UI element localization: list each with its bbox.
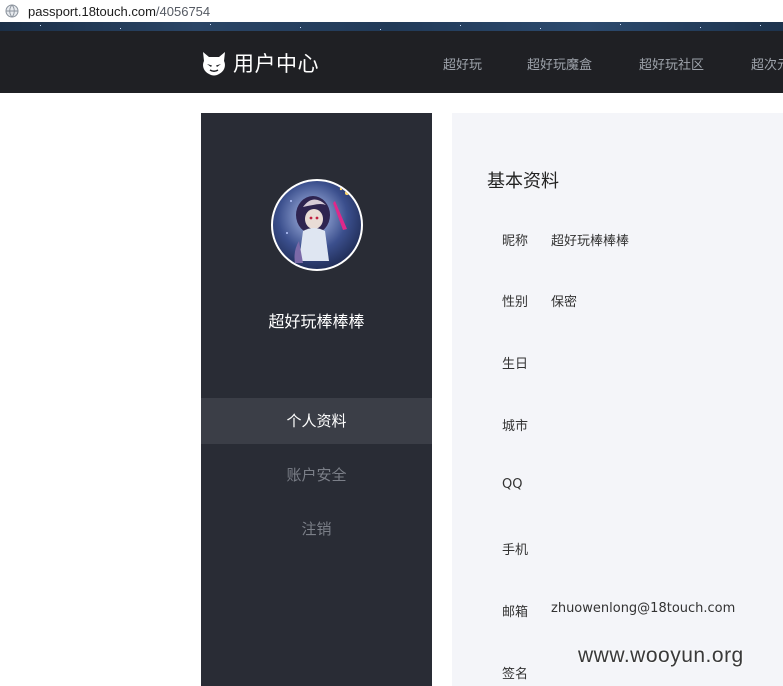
field-label: 城市 — [502, 419, 529, 434]
avatar-image — [286, 187, 349, 263]
top-nav: 用户中心 超好玩 超好玩魔盒 超好玩社区 超次元 — [0, 31, 783, 93]
profile-panel: 基本资料 昵称 超好玩棒棒棒 性别 保密 生日 城市 QQ 手机 邮箱 zhuo… — [452, 113, 783, 686]
field-label: 生日 — [502, 357, 529, 372]
nav-link-mohe[interactable]: 超好玩魔盒 — [527, 54, 592, 73]
field-phone: 手机 — [452, 539, 783, 559]
globe-icon — [5, 4, 19, 18]
field-label: QQ — [502, 477, 523, 492]
field-label: 昵称 — [502, 234, 529, 249]
page-title: 基本资料 — [487, 171, 559, 192]
sidebar-item-profile[interactable]: 个人资料 — [201, 398, 432, 444]
sidebar-item-security[interactable]: 账户安全 — [201, 452, 432, 498]
field-email: 邮箱 zhuowenlong@18touch.com — [452, 601, 783, 621]
field-city: 城市 — [452, 415, 783, 435]
field-gender: 性别 保密 — [452, 291, 783, 311]
field-nickname: 昵称 超好玩棒棒棒 — [452, 230, 783, 250]
nav-link-chaohaowan[interactable]: 超好玩 — [443, 54, 482, 73]
username: 超好玩棒棒棒 — [268, 312, 365, 331]
field-birthday: 生日 — [452, 353, 783, 373]
field-label: 邮箱 — [502, 605, 529, 620]
field-label: 性别 — [502, 295, 529, 310]
field-qq: QQ — [452, 477, 783, 497]
sidebar: 超好玩棒棒棒 个人资料 账户安全 注销 — [201, 113, 432, 686]
watermark: www.wooyun.org — [578, 644, 744, 667]
nav-links: 超好玩 超好玩魔盒 超好玩社区 超次元 — [0, 54, 783, 74]
field-value: 保密 — [551, 295, 578, 310]
field-value: 超好玩棒棒棒 — [551, 234, 630, 249]
sidebar-item-logout[interactable]: 注销 — [201, 506, 432, 552]
url-path: /4056754 — [155, 3, 211, 19]
avatar[interactable] — [271, 179, 363, 271]
header-starfield — [0, 22, 783, 31]
address-bar[interactable]: passport.18touch.com/4056754 — [0, 0, 783, 23]
field-value: zhuowenlong@18touch.com — [551, 601, 736, 616]
nav-link-community[interactable]: 超好玩社区 — [639, 54, 704, 73]
field-label: 手机 — [502, 543, 529, 558]
nav-link-ciyuan[interactable]: 超次元 — [751, 54, 783, 73]
field-label: 签名 — [502, 667, 529, 682]
url-text: passport.18touch.com/4056754 — [28, 4, 210, 19]
url-host: passport.18touch.com — [28, 3, 156, 19]
